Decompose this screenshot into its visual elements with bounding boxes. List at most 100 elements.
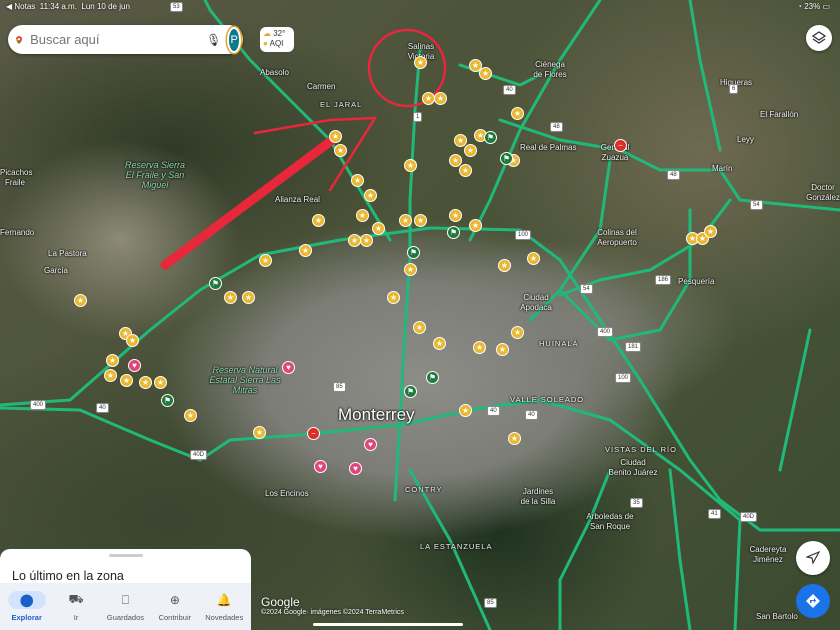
road-closure-icon[interactable]: − [307, 427, 320, 440]
map-place-label[interactable]: Ciénega de Flores [530, 60, 570, 80]
star-pin-icon[interactable]: ★ [387, 291, 400, 304]
map-place-label[interactable]: Jardines de la Silla [518, 487, 558, 507]
star-pin-icon[interactable]: ★ [449, 209, 462, 222]
map-place-label[interactable]: HUINALÁ [539, 339, 579, 349]
map-place-label[interactable]: Ciudad Benito Juárez [608, 458, 658, 478]
star-pin-icon[interactable]: ★ [434, 92, 447, 105]
star-pin-icon[interactable]: ★ [404, 263, 417, 276]
flag-pin-icon[interactable]: ⚑ [209, 277, 222, 290]
star-pin-icon[interactable]: ★ [351, 174, 364, 187]
map-place-label[interactable]: Los Encinos [265, 489, 309, 499]
heart-pin-icon[interactable]: ♥ [282, 361, 295, 374]
map-place-label[interactable]: Reserva Sierra El Fraile y San Miguel [120, 160, 190, 190]
search-input[interactable] [30, 32, 207, 47]
star-pin-icon[interactable]: ★ [413, 321, 426, 334]
heart-pin-icon[interactable]: ♥ [128, 359, 141, 372]
nav-ir[interactable]: ⛟ Ir [53, 591, 99, 622]
map-place-label[interactable]: Fernando [0, 228, 34, 238]
star-pin-icon[interactable]: ★ [253, 426, 266, 439]
map-place-label[interactable]: Abasolo [260, 68, 289, 78]
star-pin-icon[interactable]: ★ [348, 234, 361, 247]
map-place-label[interactable]: VISTAS DEL RÍO [605, 445, 677, 455]
my-location-button[interactable] [796, 541, 830, 575]
sheet-drag-handle[interactable] [108, 554, 143, 557]
map-place-label[interactable]: El Farallón [760, 110, 798, 120]
microphone-icon[interactable]: 🎙 [206, 33, 221, 47]
star-pin-icon[interactable]: ★ [414, 56, 427, 69]
flag-pin-icon[interactable]: ⚑ [161, 394, 174, 407]
star-pin-icon[interactable]: ★ [479, 67, 492, 80]
star-pin-icon[interactable]: ★ [473, 341, 486, 354]
heart-pin-icon[interactable]: ♥ [314, 460, 327, 473]
nav-contribuir[interactable]: ⊕ Contribuir [152, 591, 198, 622]
star-pin-icon[interactable]: ★ [414, 214, 427, 227]
flag-pin-icon[interactable]: ⚑ [407, 246, 420, 259]
map-place-label[interactable]: Reserva Natural Estatal Sierra Las Mitra… [205, 365, 285, 395]
nav-guardados[interactable]: ⎕ Guardados [102, 591, 148, 623]
bottom-sheet[interactable]: Lo último en la zona ⬤ Explorar ⛟ Ir ⎕ Guar… [0, 549, 251, 630]
star-pin-icon[interactable]: ★ [469, 219, 482, 232]
star-pin-icon[interactable]: ★ [364, 189, 377, 202]
star-pin-icon[interactable]: ★ [356, 209, 369, 222]
map-place-label[interactable]: Real de Palmas [520, 143, 576, 153]
road-closure-icon[interactable]: − [614, 139, 627, 152]
map-place-label[interactable]: García [44, 266, 68, 276]
star-pin-icon[interactable]: ★ [498, 259, 511, 272]
star-pin-icon[interactable]: ★ [184, 409, 197, 422]
map-place-label[interactable]: VALLE SOLEADO [510, 395, 584, 405]
star-pin-icon[interactable]: ★ [334, 144, 347, 157]
map-place-label[interactable]: Carmen [307, 82, 335, 92]
map-place-label[interactable]: Colinas del Aeropuerto [592, 228, 642, 248]
star-pin-icon[interactable]: ★ [399, 214, 412, 227]
account-avatar[interactable]: P [229, 28, 239, 51]
star-pin-icon[interactable]: ★ [464, 144, 477, 157]
star-pin-icon[interactable]: ★ [139, 376, 152, 389]
map-place-label[interactable]: CONTRY [405, 485, 443, 495]
map-place-label[interactable]: Doctor González [805, 183, 840, 203]
heart-pin-icon[interactable]: ♥ [364, 438, 377, 451]
star-pin-icon[interactable]: ★ [459, 164, 472, 177]
star-pin-icon[interactable]: ★ [312, 214, 325, 227]
map-place-label[interactable]: San Bartolo [756, 612, 798, 622]
star-pin-icon[interactable]: ★ [106, 354, 119, 367]
map-attribution[interactable]: ©2024 Google· imágenes ©2024 TerraMetric… [261, 609, 404, 616]
star-pin-icon[interactable]: ★ [242, 291, 255, 304]
map-place-label[interactable]: Picachos Fraile [0, 168, 32, 188]
star-pin-icon[interactable]: ★ [259, 254, 272, 267]
search-bar[interactable]: 🎙 P [8, 25, 243, 54]
flag-pin-icon[interactable]: ⚑ [447, 226, 460, 239]
nav-novedades[interactable]: 🔔 Novedades [201, 591, 247, 622]
map-place-label[interactable]: Leyy [737, 135, 754, 145]
star-pin-icon[interactable]: ★ [404, 159, 417, 172]
star-pin-icon[interactable]: ★ [527, 252, 540, 265]
star-pin-icon[interactable]: ★ [120, 374, 133, 387]
star-pin-icon[interactable]: ★ [511, 326, 524, 339]
star-pin-icon[interactable]: ★ [360, 234, 373, 247]
city-label-monterrey[interactable]: Monterrey [338, 406, 415, 423]
heart-pin-icon[interactable]: ♥ [349, 462, 362, 475]
star-pin-icon[interactable]: ★ [372, 222, 385, 235]
star-pin-icon[interactable]: ★ [329, 130, 342, 143]
flag-pin-icon[interactable]: ⚑ [484, 131, 497, 144]
star-pin-icon[interactable]: ★ [126, 334, 139, 347]
star-pin-icon[interactable]: ★ [433, 337, 446, 350]
flag-pin-icon[interactable]: ⚑ [500, 152, 513, 165]
star-pin-icon[interactable]: ★ [704, 225, 717, 238]
star-pin-icon[interactable]: ★ [104, 369, 117, 382]
directions-button[interactable] [796, 584, 830, 618]
star-pin-icon[interactable]: ★ [299, 244, 312, 257]
flag-pin-icon[interactable]: ⚑ [426, 371, 439, 384]
layers-button[interactable] [806, 25, 832, 51]
map-place-label[interactable]: Pesquería [678, 277, 714, 287]
map-place-label[interactable]: Ciudad Apodaca [518, 293, 554, 313]
weather-chip[interactable]: ☁ 32° ● AQI [260, 27, 294, 52]
map-place-label[interactable]: Marín [712, 164, 732, 174]
map-place-label[interactable]: LA ESTANZUELA [420, 542, 492, 552]
star-pin-icon[interactable]: ★ [154, 376, 167, 389]
map-place-label[interactable]: Cadereyta Jiménez [748, 545, 788, 565]
map-place-label[interactable]: La Pastora [48, 249, 87, 259]
satellite-map[interactable]: Salinas VictoriaAbasoloCarmenEL JARALCié… [0, 0, 840, 630]
star-pin-icon[interactable]: ★ [511, 107, 524, 120]
star-pin-icon[interactable]: ★ [508, 432, 521, 445]
map-place-label[interactable]: EL JARAL [320, 100, 362, 110]
